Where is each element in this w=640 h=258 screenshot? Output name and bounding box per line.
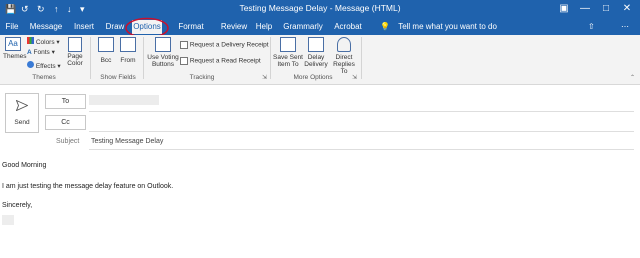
send-icon	[16, 100, 28, 111]
effects-button[interactable]: Effects ▾	[27, 61, 61, 70]
save-sent-item-button[interactable]: Save Sent Item To	[273, 37, 303, 68]
themes-button[interactable]: Aa Themes	[3, 37, 26, 60]
share-icon[interactable]: ⇧	[588, 22, 598, 32]
direct-replies-button[interactable]: Direct Replies To	[330, 37, 358, 75]
more-options-launcher-icon[interactable]: ⇲	[352, 74, 357, 81]
colors-button[interactable]: Colors ▾	[27, 37, 60, 46]
more-icon[interactable]: ⋯	[621, 22, 631, 32]
delivery-receipt-option[interactable]: Request a Delivery Receipt	[180, 41, 269, 49]
delay-delivery-button[interactable]: Delay Delivery	[304, 37, 328, 68]
to-recipient-redacted[interactable]	[89, 95, 159, 105]
subject-label: Subject	[56, 138, 80, 145]
voting-icon	[155, 37, 171, 52]
window-title: Testing Message Delay - Message (HTML)	[239, 3, 401, 13]
tab-help[interactable]: Help	[254, 20, 274, 34]
from-icon	[120, 37, 136, 52]
read-receipt-option[interactable]: Request a Read Receipt	[180, 57, 261, 65]
divider	[270, 37, 271, 79]
to-field-underline	[89, 111, 634, 112]
signature-redacted	[2, 215, 14, 225]
tab-insert[interactable]: Insert	[70, 20, 98, 34]
group-label-themes: Themes	[32, 74, 56, 81]
tab-format-text[interactable]: Format Text	[171, 20, 211, 45]
collapse-ribbon-icon[interactable]: ⌃	[630, 74, 635, 81]
lightbulb-icon: 💡	[380, 22, 390, 31]
group-label-more-options: More Options	[293, 74, 333, 81]
person-icon	[337, 37, 351, 52]
tell-me-search[interactable]: 💡 Tell me what you want to do	[380, 20, 497, 34]
ribbon-tabs: File Message Insert Draw Options Format …	[0, 19, 640, 45]
tab-message[interactable]: Message	[28, 20, 64, 34]
tab-draw[interactable]: Draw	[104, 20, 126, 34]
voting-buttons-button[interactable]: Use Voting Buttons	[146, 37, 180, 68]
body-greeting[interactable]: Good Morning	[2, 162, 46, 169]
tab-review[interactable]: Review	[220, 20, 248, 34]
bcc-icon	[98, 37, 114, 52]
delivery-receipt-checkbox[interactable]	[180, 41, 188, 49]
ribbon-display-icon[interactable]: ▣	[557, 2, 571, 16]
tell-me-label: Tell me what you want to do	[398, 22, 497, 31]
fonts-button[interactable]: A Fonts ▾	[27, 49, 55, 56]
divider	[90, 37, 91, 79]
tracking-launcher-icon[interactable]: ⇲	[262, 74, 267, 81]
from-button[interactable]: From	[119, 37, 137, 64]
to-button[interactable]: To	[45, 94, 86, 109]
body-message[interactable]: I am just testing the message delay feat…	[2, 183, 173, 190]
tab-grammarly[interactable]: Grammarly	[283, 20, 323, 34]
bcc-button[interactable]: Bcc	[97, 37, 115, 64]
title-bar: 💾 ↺ ↻ ↑ ↓ ▾ Testing Message Delay - Mess…	[0, 0, 640, 19]
subject-field[interactable]: Testing Message Delay	[91, 138, 163, 145]
group-label-tracking: Tracking	[189, 74, 215, 81]
page-color-icon	[68, 37, 82, 52]
read-receipt-checkbox[interactable]	[180, 57, 188, 65]
folder-icon	[280, 37, 296, 52]
divider	[361, 37, 362, 79]
close-icon[interactable]: ✕	[620, 2, 634, 16]
maximize-icon[interactable]: □	[599, 2, 613, 16]
cc-button[interactable]: Cc	[45, 115, 86, 130]
themes-icon: Aa	[5, 37, 21, 51]
minimize-icon[interactable]: —	[578, 2, 592, 16]
effects-icon	[27, 61, 34, 68]
tab-file[interactable]: File	[2, 20, 22, 34]
body-closing[interactable]: Sincerely,	[2, 202, 32, 209]
fonts-icon: A	[27, 49, 32, 56]
tab-acrobat[interactable]: Acrobat	[332, 20, 364, 34]
subject-field-underline	[89, 149, 634, 150]
page-color-button[interactable]: Page Color	[66, 37, 84, 67]
send-button[interactable]: Send	[5, 93, 39, 133]
cc-field-underline	[89, 131, 634, 132]
group-label-show-fields: Show Fields	[100, 74, 136, 81]
clock-icon	[308, 37, 324, 52]
colors-icon	[27, 37, 34, 44]
ribbon-options: Aa Themes Colors ▾ A Fonts ▾ Effects ▾ P…	[0, 35, 640, 85]
divider	[143, 37, 144, 79]
